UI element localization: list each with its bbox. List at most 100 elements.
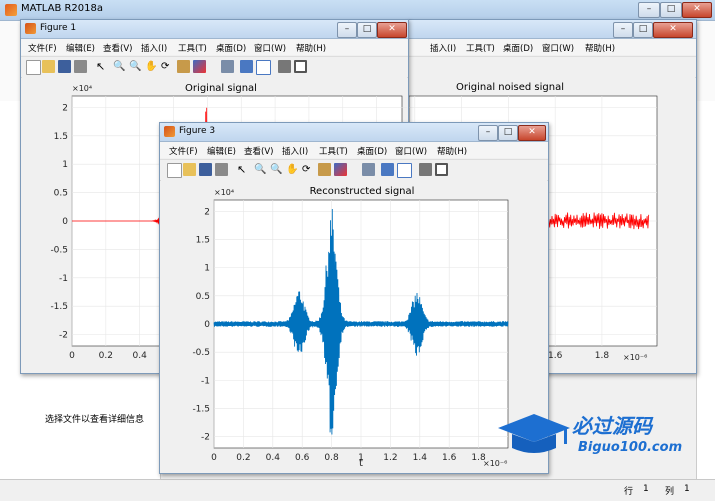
zoom-in-icon[interactable]: 🔍 xyxy=(113,60,126,73)
new-figure-icon[interactable] xyxy=(26,60,41,75)
y-tick-label: 1 xyxy=(204,264,210,274)
print-icon[interactable] xyxy=(215,163,228,176)
menu-edit[interactable]: 编辑(E) xyxy=(66,42,95,54)
data-cursor-icon[interactable] xyxy=(177,60,190,73)
menu-insert[interactable]: 插入(I) xyxy=(430,42,456,54)
matlab-window-title: MATLAB R2018a xyxy=(21,3,104,14)
x-tick-label: 1.6 xyxy=(548,351,563,361)
menu-window[interactable]: 窗口(W) xyxy=(254,42,286,54)
menu-help[interactable]: 帮助(H) xyxy=(296,42,326,54)
open-file-icon[interactable] xyxy=(183,163,196,176)
figure3-titlebar[interactable]: Figure 3 – □ ✕ xyxy=(160,123,548,142)
menu-view[interactable]: 查看(V) xyxy=(103,42,132,54)
minimize-button[interactable]: – xyxy=(638,2,660,18)
colorbar-icon[interactable] xyxy=(381,163,394,176)
figure1-close-button[interactable]: ✕ xyxy=(377,22,407,38)
show-tools-icon[interactable] xyxy=(435,163,448,176)
y-tick-label: 0 xyxy=(204,320,210,330)
select-file-hint: 选择文件以查看详细信息 xyxy=(45,415,145,425)
x-tick-label: 1.4 xyxy=(413,453,428,463)
zoom-out-icon[interactable]: 🔍 xyxy=(270,163,283,176)
menu-insert[interactable]: 插入(I) xyxy=(141,42,167,54)
menu-desktop[interactable]: 桌面(D) xyxy=(216,42,246,54)
data-cursor-icon[interactable] xyxy=(318,163,331,176)
link-plot-icon[interactable] xyxy=(221,60,234,73)
menu-window[interactable]: 窗口(W) xyxy=(542,42,574,54)
matlab-titlebar: MATLAB R2018a – □ ✕ xyxy=(0,0,715,21)
menu-view[interactable]: 查看(V) xyxy=(244,145,273,157)
figure1-menubar: 文件(F) 编辑(E) 查看(V) 插入(I) 工具(T) 桌面(D) 窗口(W… xyxy=(21,39,408,55)
pointer-icon[interactable]: ↖ xyxy=(237,163,250,176)
menu-file[interactable]: 文件(F) xyxy=(169,145,198,157)
figure2-minimize-button[interactable]: – xyxy=(613,22,633,38)
colorbar-icon[interactable] xyxy=(240,60,253,73)
menu-insert[interactable]: 插入(I) xyxy=(282,145,308,157)
print-icon[interactable] xyxy=(74,60,87,73)
figure3-toolbar: ↖ 🔍 🔍 ✋ ⟳ xyxy=(160,159,548,181)
figure3-menubar: 文件(F) 编辑(E) 查看(V) 插入(I) 工具(T) 桌面(D) 窗口(W… xyxy=(160,142,548,158)
rotate-icon[interactable]: ⟳ xyxy=(161,60,174,73)
y-tick-label: 2 xyxy=(62,103,68,113)
zoom-out-icon[interactable]: 🔍 xyxy=(129,60,142,73)
y-tick-label: 2 xyxy=(204,207,210,217)
figure1-toolbar: ↖ 🔍 🔍 ✋ ⟳ xyxy=(21,56,408,78)
figure1-maximize-button[interactable]: □ xyxy=(357,22,377,38)
save-icon[interactable] xyxy=(58,60,71,73)
figure1-title: Figure 1 xyxy=(40,23,77,33)
legend-icon[interactable] xyxy=(397,163,412,178)
menu-desktop[interactable]: 桌面(D) xyxy=(357,145,387,157)
figure1-y-exponent: ×10⁴ xyxy=(72,84,92,93)
x-tick-label: 0.8 xyxy=(324,453,339,463)
y-tick-label: -1 xyxy=(59,274,68,284)
x-tick-label: 1.8 xyxy=(595,351,610,361)
workspace-panel xyxy=(696,101,715,479)
figure3-minimize-button[interactable]: – xyxy=(478,125,498,141)
figure2-titlebar[interactable]: – □ ✕ xyxy=(408,20,696,39)
pointer-icon[interactable]: ↖ xyxy=(96,60,109,73)
hide-tools-icon[interactable] xyxy=(419,163,432,176)
figure3-y-exponent: ×10⁴ xyxy=(214,188,234,197)
pan-icon[interactable]: ✋ xyxy=(286,163,299,176)
y-tick-label: -0.5 xyxy=(50,245,68,255)
maximize-button[interactable]: □ xyxy=(660,2,682,18)
menu-edit[interactable]: 编辑(E) xyxy=(207,145,236,157)
zoom-in-icon[interactable]: 🔍 xyxy=(254,163,267,176)
rotate-icon[interactable]: ⟳ xyxy=(302,163,315,176)
link-plot-icon[interactable] xyxy=(362,163,375,176)
menu-tools[interactable]: 工具(T) xyxy=(319,145,348,157)
save-icon[interactable] xyxy=(199,163,212,176)
figure2-toolbar xyxy=(408,56,696,78)
x-tick-label: 0.6 xyxy=(295,453,310,463)
brush-icon[interactable] xyxy=(193,60,206,73)
menu-help[interactable]: 帮助(H) xyxy=(585,42,615,54)
brush-icon[interactable] xyxy=(334,163,347,176)
x-tick-label: 1.6 xyxy=(442,453,457,463)
menu-tools[interactable]: 工具(T) xyxy=(466,42,495,54)
figure3-window[interactable]: Figure 3 – □ ✕ 文件(F) 编辑(E) 查看(V) 插入(I) 工… xyxy=(159,122,549,474)
figure3-axes: 21.510.50-0.5-1-1.5-2 0 0.2 0.4 0.6 0.8 1 1.2 1… xyxy=(192,188,509,469)
status-bar: 行 1 列 1 xyxy=(0,479,715,501)
close-button[interactable]: ✕ xyxy=(682,2,712,18)
x-tick-label: 0.2 xyxy=(236,453,250,463)
menu-desktop[interactable]: 桌面(D) xyxy=(503,42,533,54)
menu-tools[interactable]: 工具(T) xyxy=(178,42,207,54)
figure3-canvas: Reconstructed signal 2 1.5 1 0.5 0 -0.5 -1 -1.5… xyxy=(161,180,547,472)
figure3-close-button[interactable]: ✕ xyxy=(518,125,546,141)
y-tick-label: 1.5 xyxy=(196,235,210,245)
figure2-menubar: 插入(I) 工具(T) 桌面(D) 窗口(W) 帮助(H) xyxy=(408,39,696,55)
show-tools-icon[interactable] xyxy=(294,60,307,73)
figure3-maximize-button[interactable]: □ xyxy=(498,125,518,141)
pan-icon[interactable]: ✋ xyxy=(145,60,158,73)
menu-file[interactable]: 文件(F) xyxy=(28,42,57,54)
hide-tools-icon[interactable] xyxy=(278,60,291,73)
y-tick-label: -2 xyxy=(201,433,210,443)
menu-window[interactable]: 窗口(W) xyxy=(395,145,427,157)
figure1-titlebar[interactable]: Figure 1 – □ ✕ xyxy=(21,20,408,39)
figure2-close-button[interactable]: ✕ xyxy=(653,22,693,38)
menu-help[interactable]: 帮助(H) xyxy=(437,145,467,157)
legend-icon[interactable] xyxy=(256,60,271,75)
new-figure-icon[interactable] xyxy=(167,163,182,178)
open-file-icon[interactable] xyxy=(42,60,55,73)
figure2-maximize-button[interactable]: □ xyxy=(633,22,653,38)
figure1-minimize-button[interactable]: – xyxy=(337,22,357,38)
